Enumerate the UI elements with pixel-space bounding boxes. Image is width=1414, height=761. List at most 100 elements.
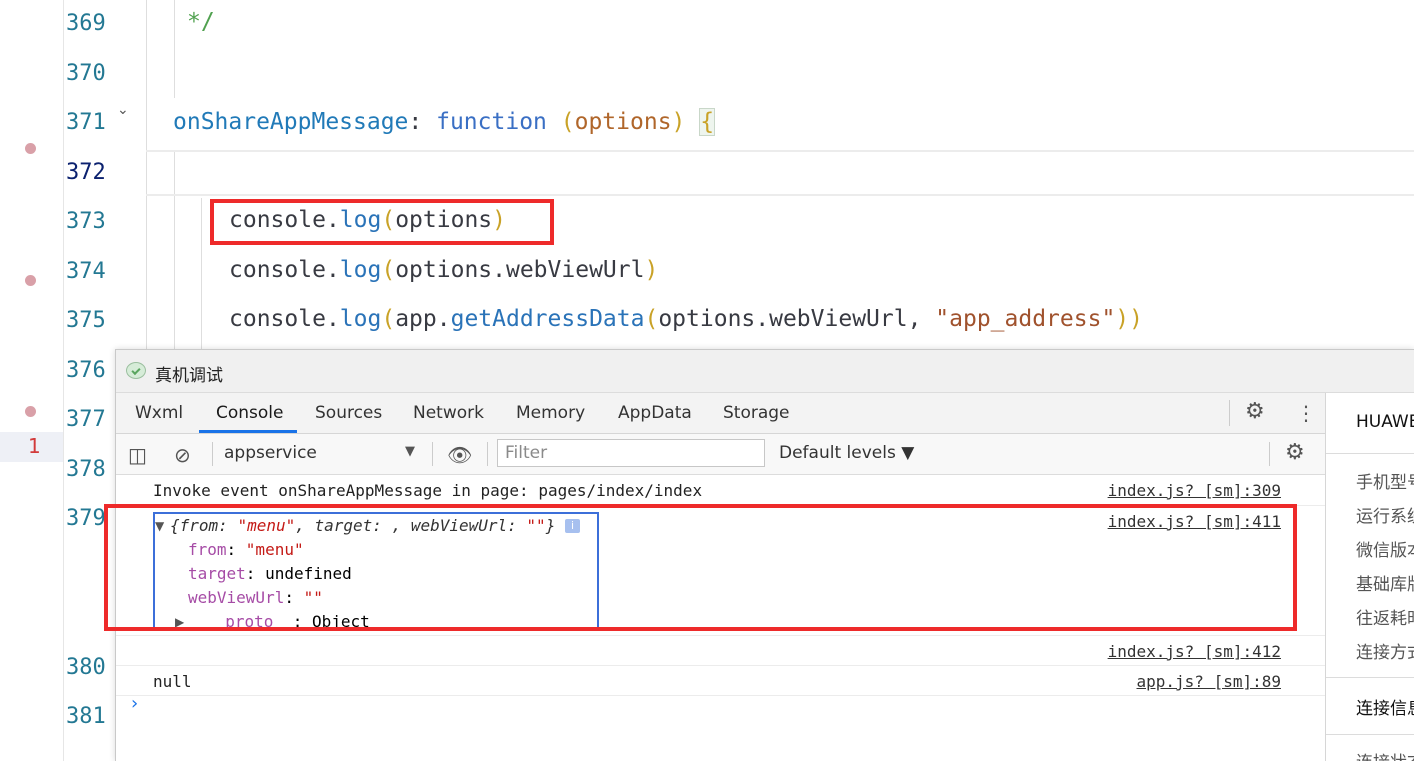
- line-number: 374: [66, 259, 106, 284]
- gutter-divider: [63, 0, 64, 761]
- code-token: ): [644, 257, 659, 283]
- line-number: 380: [66, 655, 106, 680]
- code-token: log: [339, 257, 382, 283]
- code-token: log: [339, 306, 382, 332]
- console-settings-gear-icon[interactable]: ⚙: [1285, 440, 1305, 465]
- line-number: 370: [66, 61, 106, 86]
- active-tab-indicator: [199, 430, 297, 433]
- console-message-text: Invoke event onShareAppMessage in page: …: [153, 481, 703, 500]
- toolbar-divider: [487, 442, 488, 466]
- code-token: console: [229, 257, 326, 283]
- tab-console[interactable]: Console: [216, 403, 284, 423]
- console-prompt-chevron-icon[interactable]: ›: [131, 693, 138, 714]
- context-select[interactable]: appservice: [224, 443, 317, 463]
- toolbar-divider: [432, 442, 433, 466]
- window-titlebar[interactable]: 真机调试: [116, 350, 1414, 393]
- code-token: .: [325, 257, 340, 283]
- line-number: 375: [66, 308, 106, 333]
- console-message: Invoke event onShareAppMessage in page: …: [116, 475, 1325, 506]
- code-token: console: [229, 306, 326, 332]
- line-number: 373: [66, 209, 106, 234]
- device-info-label: 运行系统: [1356, 507, 1414, 527]
- device-info-label: 手机型号: [1356, 473, 1414, 493]
- tab-sources[interactable]: Sources: [315, 403, 382, 423]
- code-token: options.webViewUrl: [395, 257, 645, 283]
- live-expression-eye-icon[interactable]: 👁: [447, 443, 472, 467]
- code-token: ): [1129, 306, 1144, 332]
- code-token: (: [644, 306, 659, 332]
- console-source-link[interactable]: index.js? [sm]:309: [1108, 481, 1281, 500]
- console-message: index.js? [sm]:412: [116, 636, 1325, 666]
- device-info-label: 往返耗时: [1356, 609, 1414, 629]
- error-count: 1: [28, 434, 41, 458]
- device-name: HUAWEI: [1356, 412, 1414, 432]
- device-info-label: 连接状态: [1356, 748, 1414, 761]
- code-token: getAddressData: [450, 306, 645, 332]
- tab-network[interactable]: Network: [413, 403, 484, 423]
- connection-section-title: 连接信息: [1356, 699, 1414, 719]
- console-source-link[interactable]: index.js? [sm]:412: [1108, 642, 1281, 661]
- code-line-374[interactable]: console.log(options.webViewUrl): [229, 257, 658, 283]
- tab-appdata[interactable]: AppData: [618, 403, 692, 423]
- breakpoint-marker-icon[interactable]: [25, 275, 36, 286]
- annotation-highlight-box: [210, 199, 554, 245]
- breakpoint-marker-icon[interactable]: [25, 143, 36, 154]
- code-token: :: [408, 109, 437, 135]
- code-token: options: [574, 109, 672, 135]
- code-token: (: [381, 257, 396, 283]
- console-source-link[interactable]: app.js? [sm]:89: [1137, 672, 1282, 691]
- code-token: ): [1115, 306, 1130, 332]
- code-token: ): [671, 109, 686, 135]
- code-token: (: [381, 306, 396, 332]
- clear-console-icon[interactable]: ⊘: [174, 443, 191, 467]
- console-message: null app.js? [sm]:89: [116, 666, 1325, 696]
- indent-guide: [174, 0, 175, 98]
- code-line-375[interactable]: console.log(app.getAddressData(options.w…: [229, 306, 1143, 332]
- log-levels-dropdown[interactable]: Default levels ▼: [779, 443, 914, 463]
- context-dropdown-arrow-icon[interactable]: ▼: [405, 444, 415, 459]
- tab-storage[interactable]: Storage: [723, 403, 790, 423]
- device-info-panel: HUAWEI 手机型号 运行系统 微信版本 基础库版 往返耗时 连接方式 连接信…: [1325, 393, 1414, 761]
- toolbar-divider: [1269, 442, 1270, 466]
- device-info-label: 连接方式: [1356, 643, 1414, 663]
- line-number: 369: [66, 11, 106, 36]
- tab-memory[interactable]: Memory: [516, 403, 585, 423]
- code-token: onShareAppMessage: [173, 109, 409, 135]
- device-info-label: 基础库版: [1356, 575, 1414, 595]
- annotation-highlight-box: [104, 504, 1297, 631]
- toolbar-divider: [212, 442, 213, 466]
- tabbar-divider: [1229, 400, 1230, 426]
- wechat-devtools-icon: [126, 362, 146, 379]
- code-token: app.: [395, 306, 451, 332]
- line-number-active: 372: [66, 160, 106, 185]
- code-token: options.webViewUrl,: [658, 306, 936, 332]
- breakpoint-gutter[interactable]: [0, 0, 64, 761]
- fold-chevron-down-icon[interactable]: ⌄: [117, 102, 129, 118]
- settings-gear-icon[interactable]: ⚙: [1245, 399, 1265, 424]
- line-number: 377: [66, 407, 106, 432]
- code-token: (: [560, 109, 575, 135]
- tab-wxml[interactable]: Wxml: [135, 403, 183, 423]
- window-title: 真机调试: [155, 366, 223, 386]
- line-number: 381: [66, 704, 106, 729]
- code-token: .: [325, 306, 340, 332]
- filter-input[interactable]: [497, 439, 765, 467]
- line-number: 376: [66, 358, 106, 383]
- more-options-icon[interactable]: ⋮: [1296, 401, 1316, 425]
- breakpoint-marker-icon[interactable]: [25, 406, 36, 417]
- console-toolbar: ◫ ⊘ appservice ▼ 👁 Default levels ▼ ⚙: [116, 434, 1325, 475]
- code-comment-end: */: [187, 9, 215, 35]
- panel-divider: [1326, 734, 1414, 735]
- panel-divider: [1326, 677, 1414, 678]
- code-token: "app_address": [935, 306, 1116, 332]
- code-line-371[interactable]: onShareAppMessage: function (options) {: [173, 108, 716, 136]
- line-number: 371: [66, 110, 106, 135]
- device-info-label: 微信版本: [1356, 541, 1414, 561]
- code-token: function: [436, 109, 547, 135]
- toggle-sidebar-icon[interactable]: ◫: [128, 443, 147, 467]
- line-number: 378: [66, 457, 106, 482]
- current-line-highlight: [146, 150, 1414, 196]
- devtools-tabbar: Wxml Console Sources Network Memory AppD…: [116, 393, 1325, 434]
